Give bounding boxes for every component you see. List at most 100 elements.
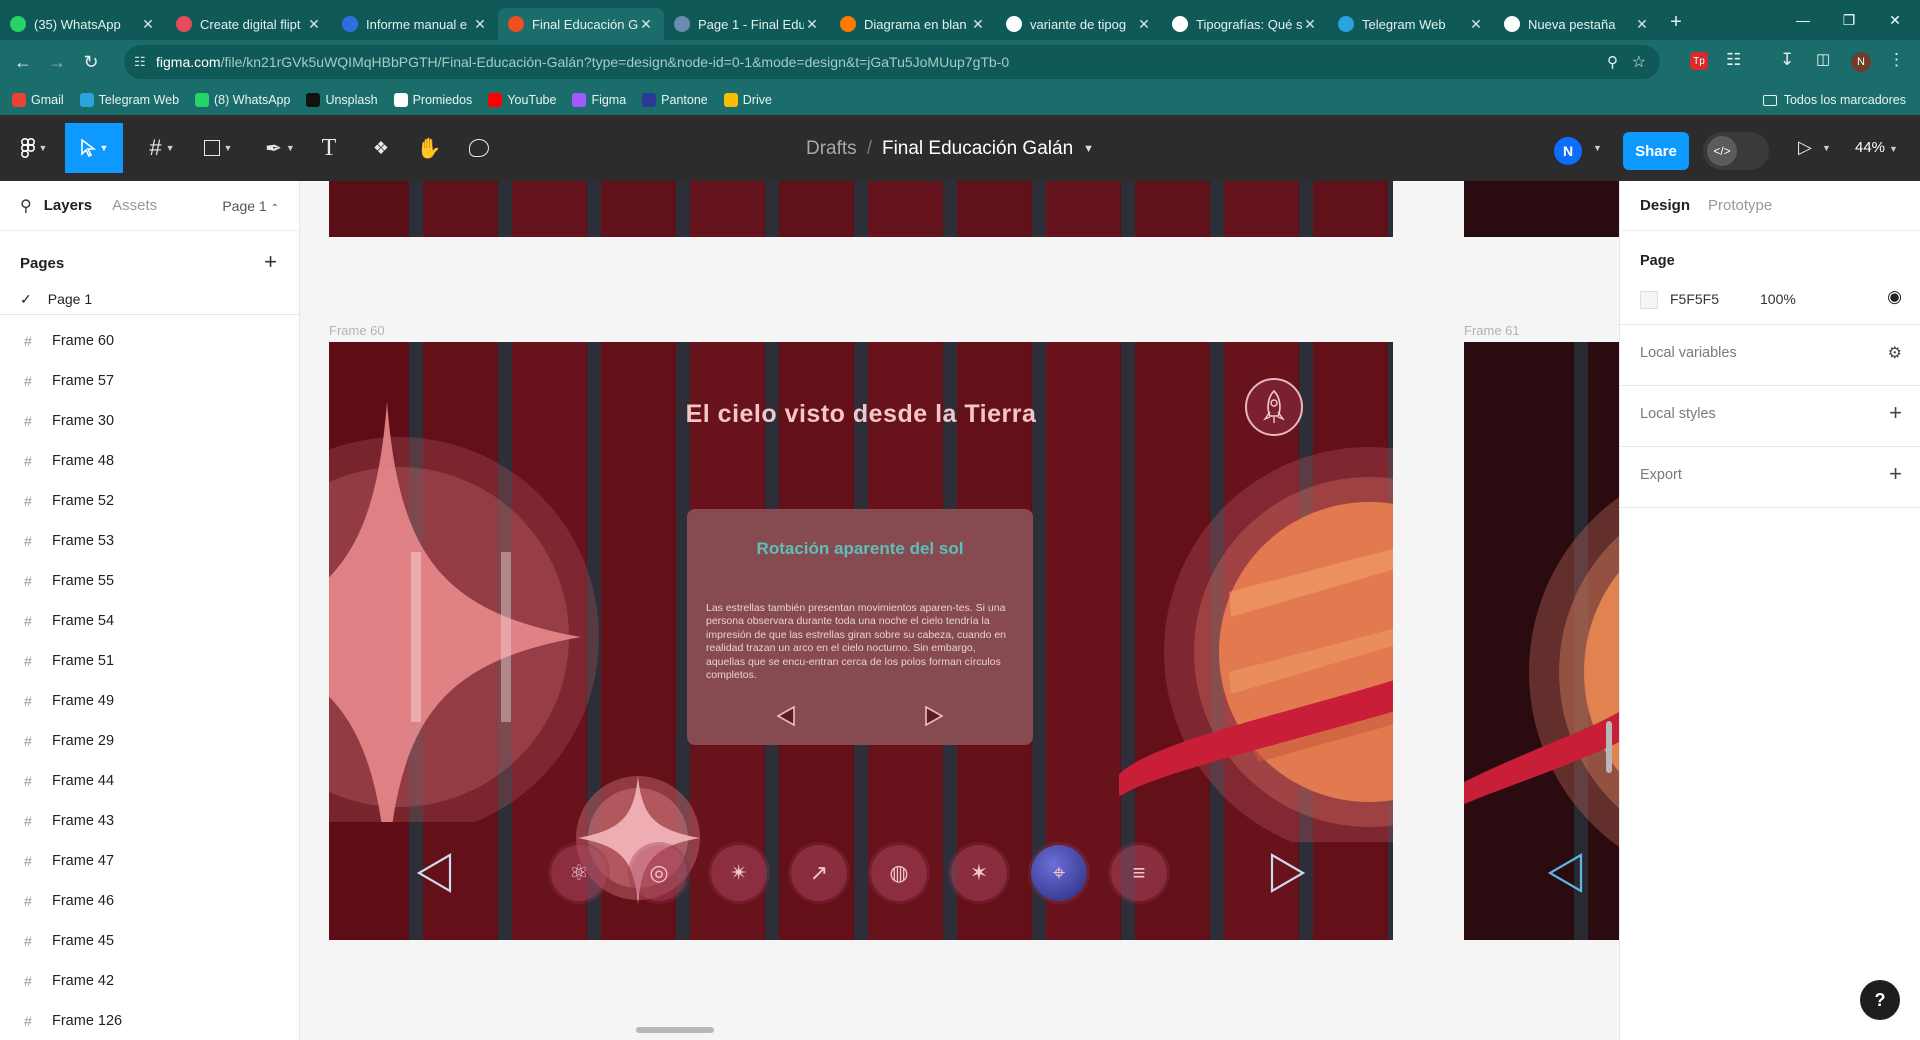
chevron-down-icon[interactable]: ▼ xyxy=(1593,143,1602,153)
local-styles-section[interactable]: Local styles + xyxy=(1620,386,1920,447)
frame-61-label[interactable]: Frame 61 xyxy=(1464,323,1520,338)
search-icon[interactable]: ⚲ xyxy=(20,196,32,216)
tab-prototype[interactable]: Prototype xyxy=(1708,197,1772,214)
layer-item[interactable]: # Frame 52 xyxy=(0,481,299,521)
layer-item[interactable]: # Frame 126 xyxy=(0,1001,299,1040)
dev-mode-toggle[interactable]: </> xyxy=(1703,132,1769,170)
layer-item[interactable]: # Frame 44 xyxy=(0,761,299,801)
file-name[interactable]: Final Educación Galán xyxy=(882,138,1073,160)
close-tab-icon[interactable]: ✕ xyxy=(1468,16,1484,33)
figma-main-menu[interactable]: ▼ xyxy=(12,123,56,173)
topic-nav-button[interactable]: ↗ xyxy=(791,845,847,901)
new-tab-icon[interactable]: + xyxy=(1660,11,1692,34)
drafts-link[interactable]: Drafts xyxy=(806,138,857,160)
browser-tab[interactable]: Telegram Web ✕ xyxy=(1328,8,1494,40)
card-next-icon[interactable] xyxy=(923,705,945,727)
move-tool[interactable]: ▼ xyxy=(65,123,123,173)
bookmark-item[interactable]: Pantone xyxy=(642,93,708,107)
profile-avatar[interactable]: N xyxy=(1851,52,1871,72)
page-opacity[interactable]: 100% xyxy=(1760,291,1796,307)
chevron-down-icon[interactable]: ▼ xyxy=(1083,143,1094,155)
file-breadcrumb[interactable]: Drafts / Final Educación Galán ▼ xyxy=(806,138,1094,160)
add-page-icon[interactable]: + xyxy=(264,249,277,275)
browser-tab[interactable]: variante de tipog ✕ xyxy=(996,8,1162,40)
frame-above[interactable] xyxy=(329,181,1393,237)
reload-icon[interactable]: ↻ xyxy=(74,46,108,80)
download-icon[interactable]: ↧ xyxy=(1780,50,1794,70)
layer-item[interactable]: # Frame 49 xyxy=(0,681,299,721)
layer-item[interactable]: # Frame 48 xyxy=(0,441,299,481)
close-tab-icon[interactable]: ✕ xyxy=(472,16,488,33)
topic-nav-button[interactable]: ✴ xyxy=(711,845,767,901)
bookmark-star-icon[interactable]: ☆ xyxy=(1632,52,1646,72)
layer-item[interactable]: # Frame 43 xyxy=(0,801,299,841)
site-info-icon[interactable]: ☷ xyxy=(134,54,146,70)
frame-60-label[interactable]: Frame 60 xyxy=(329,323,385,338)
bookmark-item[interactable]: Figma xyxy=(572,93,626,107)
browser-tab[interactable]: Tipografías: Qué s ✕ xyxy=(1162,8,1328,40)
card-body[interactable]: Las estrellas también presentan movimien… xyxy=(706,602,1014,682)
topic-nav-button[interactable]: ≡ xyxy=(1111,845,1167,901)
topic-nav-button[interactable]: ◎ xyxy=(631,845,687,901)
close-tab-icon[interactable]: ✕ xyxy=(970,16,986,33)
layer-item[interactable]: # Frame 29 xyxy=(0,721,299,761)
slide-prev-icon[interactable] xyxy=(415,852,455,894)
frame-tool[interactable]: # ▼ xyxy=(140,123,184,173)
close-window-icon[interactable]: ✕ xyxy=(1872,0,1918,40)
close-tab-icon[interactable]: ✕ xyxy=(306,16,322,33)
add-export-icon[interactable]: + xyxy=(1889,461,1902,487)
close-tab-icon[interactable]: ✕ xyxy=(1302,16,1318,33)
card-title[interactable]: Rotación aparente del sol xyxy=(687,539,1033,559)
close-tab-icon[interactable]: ✕ xyxy=(638,16,654,33)
forward-icon[interactable]: → xyxy=(40,46,74,80)
info-card[interactable]: Rotación aparente del sol Las estrellas … xyxy=(687,509,1033,745)
extension-icon[interactable]: Tp xyxy=(1690,52,1708,70)
bookmark-item[interactable]: (8) WhatsApp xyxy=(195,93,290,107)
frame-60[interactable]: El cielo visto desde la Tierra Rotación … xyxy=(329,342,1393,940)
page-selector[interactable]: Page 1 ⌃ xyxy=(222,198,279,214)
slide-next-icon[interactable] xyxy=(1267,852,1307,894)
bookmark-item[interactable]: Gmail xyxy=(12,93,64,107)
topic-nav-button[interactable]: ⚛ xyxy=(551,845,607,901)
layer-item[interactable]: # Frame 53 xyxy=(0,521,299,561)
help-button[interactable]: ? xyxy=(1860,980,1900,1020)
layer-item[interactable]: # Frame 51 xyxy=(0,641,299,681)
layer-item[interactable]: # Frame 30 xyxy=(0,401,299,441)
tab-assets[interactable]: Assets xyxy=(112,197,157,214)
browser-menu-icon[interactable]: ⋮ xyxy=(1888,50,1905,70)
close-tab-icon[interactable]: ✕ xyxy=(1136,16,1152,33)
layer-item[interactable]: # Frame 55 xyxy=(0,561,299,601)
frame-61[interactable] xyxy=(1464,342,1619,940)
close-tab-icon[interactable]: ✕ xyxy=(804,16,820,33)
frame-above-right[interactable] xyxy=(1464,181,1619,237)
bookmark-item[interactable]: Telegram Web xyxy=(79,93,179,107)
text-tool[interactable]: T xyxy=(314,123,344,173)
sliders-icon[interactable]: ⚙ xyxy=(1888,343,1902,363)
slide-prev-icon[interactable] xyxy=(1546,852,1586,894)
topic-nav-button[interactable]: ✶ xyxy=(951,845,1007,901)
browser-tab[interactable]: Nueva pestaña ✕ xyxy=(1494,8,1660,40)
bookmark-item[interactable]: YouTube xyxy=(488,93,556,107)
bookmark-item[interactable]: Drive xyxy=(723,93,772,107)
url-field[interactable]: ☷ figma.com/file/kn21rGVk5uWQIMqHBbPGTH/… xyxy=(124,45,1660,79)
browser-tab[interactable]: Create digital flipt ✕ xyxy=(166,8,332,40)
present-play-icon[interactable]: ▷ xyxy=(1798,137,1812,158)
tab-design[interactable]: Design xyxy=(1640,197,1690,214)
horizontal-scrollbar[interactable] xyxy=(636,1027,714,1033)
layer-item[interactable]: # Frame 42 xyxy=(0,961,299,1001)
local-variables-section[interactable]: Local variables ⚙ xyxy=(1620,325,1920,386)
resources-tool[interactable]: ❖ xyxy=(366,123,396,173)
browser-tab[interactable]: (35) WhatsApp ✕ xyxy=(0,8,166,40)
layer-item[interactable]: # Frame 60 xyxy=(0,321,299,361)
page-item[interactable]: ✓ Page 1 xyxy=(20,291,92,308)
layer-item[interactable]: # Frame 45 xyxy=(0,921,299,961)
page-color-hex[interactable]: F5F5F5 xyxy=(1670,291,1719,307)
extensions-puzzle-icon[interactable]: ☷ xyxy=(1726,50,1741,70)
design-canvas[interactable]: Frame 60 Frame 61 El cielo visto desde l… xyxy=(300,181,1619,1040)
layer-item[interactable]: # Frame 47 xyxy=(0,841,299,881)
side-panel-icon[interactable]: ◫ xyxy=(1816,50,1830,68)
restore-icon[interactable]: ❐ xyxy=(1826,0,1872,40)
bookmark-item[interactable]: Promiedos xyxy=(393,93,472,107)
pen-tool[interactable]: ✒ ▼ xyxy=(258,123,302,173)
vertical-scrollbar[interactable] xyxy=(1606,721,1612,773)
